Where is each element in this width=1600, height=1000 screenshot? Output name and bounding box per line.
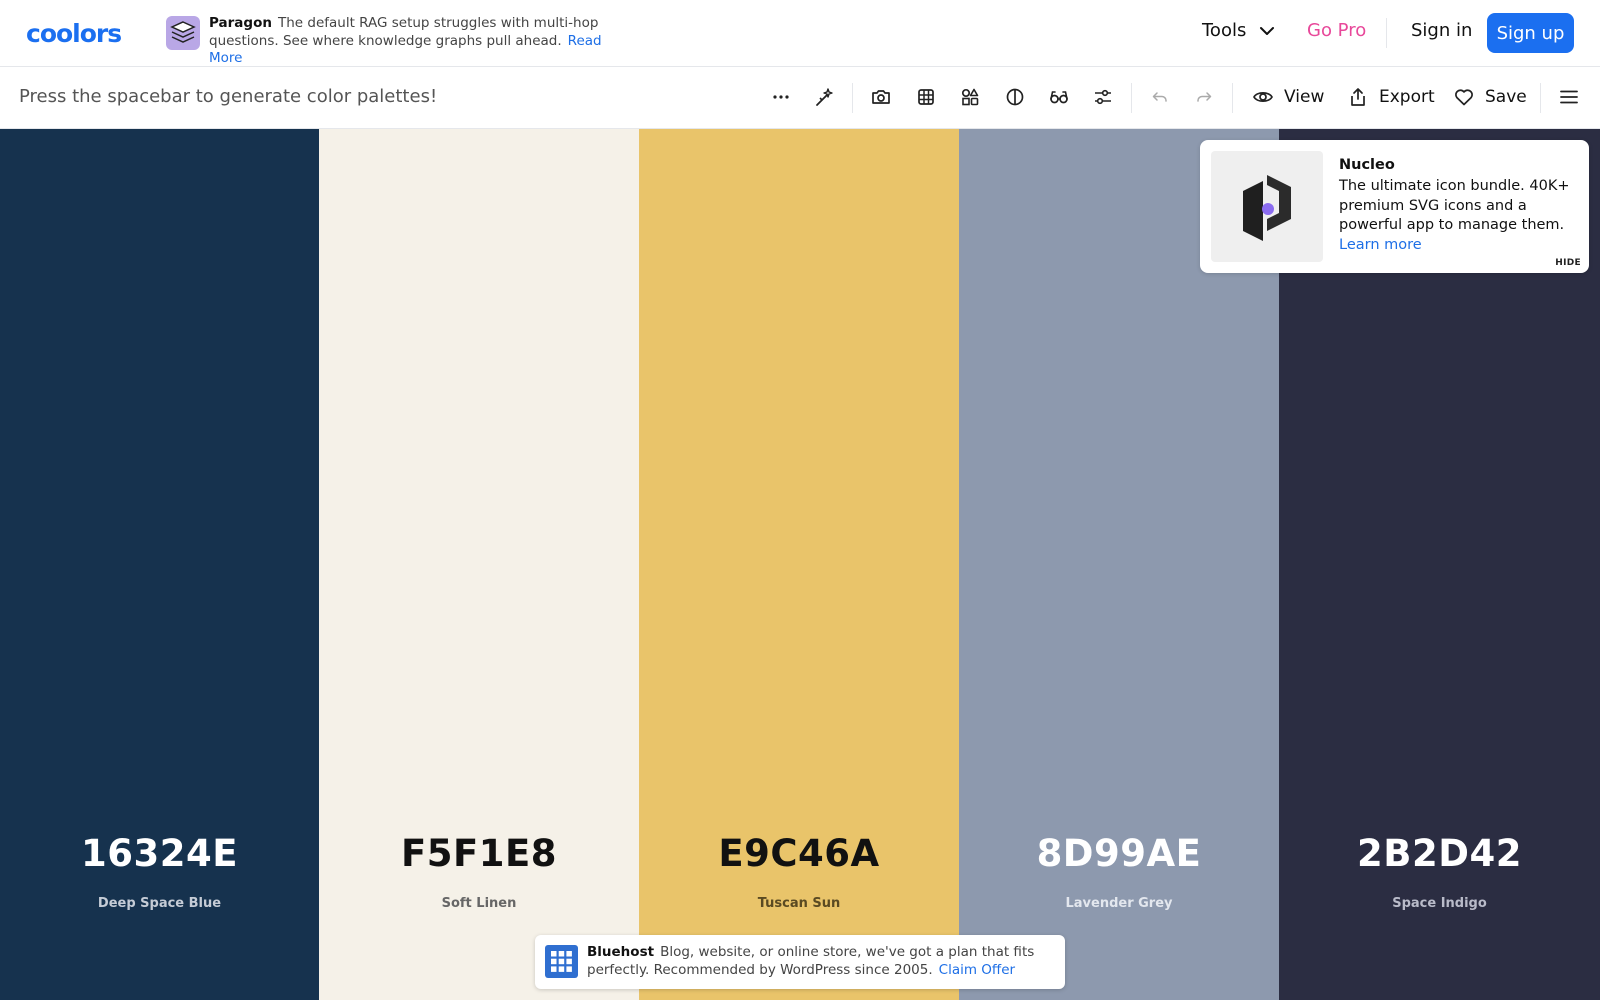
swatch-hex[interactable]: 2B2D42 (1279, 832, 1600, 875)
view-label: View (1284, 87, 1325, 107)
swatch-name: Tuscan Sun (757, 896, 841, 911)
paragon-ad[interactable]: Paragon The default RAG setup struggles w… (166, 15, 626, 66)
nucleo-logo-icon (1243, 174, 1291, 241)
top-navbar: coolors Paragon The default RAG setup str… (0, 0, 1600, 67)
hamburger-menu-icon[interactable] (1558, 86, 1580, 108)
swatch-hex[interactable]: E9C46A (639, 832, 959, 875)
magic-icon[interactable] (814, 86, 836, 108)
tools-label: Tools (1202, 20, 1247, 41)
toolbar-divider (1131, 83, 1132, 113)
palette-toolbar: Press the spacebar to generate color pal… (0, 67, 1600, 129)
bluehost-ad-brand: Bluehost (587, 944, 655, 960)
swatch-name: Soft Linen (441, 896, 517, 911)
spacebar-hint: Press the spacebar to generate color pal… (19, 86, 438, 107)
claim-offer-link[interactable]: Claim Offer (939, 962, 1015, 978)
bluehost-ad[interactable]: Bluehost Blog, website, or online store, … (535, 935, 1065, 989)
swatch-name: Lavender Grey (1065, 896, 1173, 911)
contrast-icon[interactable] (1004, 86, 1026, 108)
swatch-hex[interactable]: F5F1E8 (319, 832, 639, 875)
nucleo-ad-image (1211, 151, 1323, 262)
color-swatch[interactable]: E9C46A Tuscan Sun (639, 129, 959, 1000)
share-icon (1351, 88, 1365, 106)
nucleo-ad[interactable]: Nucleo The ultimate icon bundle. 40K+ pr… (1200, 140, 1589, 273)
shapes-icon[interactable] (959, 86, 981, 108)
toolbar-divider (1232, 83, 1233, 113)
save-label: Save (1485, 87, 1527, 107)
sign-up-button[interactable]: Sign up (1487, 13, 1574, 53)
view-button[interactable]: View (1252, 84, 1324, 110)
redo-icon[interactable] (1193, 86, 1215, 108)
nucleo-ad-text: The ultimate icon bundle. 40K+ premium S… (1339, 178, 1570, 233)
swatch-hex[interactable]: 8D99AE (959, 832, 1279, 875)
sliders-icon[interactable] (1092, 86, 1114, 108)
paragon-ad-text: Paragon The default RAG setup struggles w… (209, 15, 629, 68)
hide-ad-button[interactable]: HIDE (1555, 258, 1581, 268)
more-icon[interactable] (770, 86, 792, 108)
color-swatch[interactable]: 16324E Deep Space Blue (0, 129, 319, 1000)
swatch-name: Space Indigo (1392, 896, 1487, 911)
paragon-ad-brand: Paragon (209, 15, 272, 31)
nav-divider (1386, 18, 1387, 48)
grid-icon[interactable] (915, 86, 937, 108)
go-pro-link[interactable]: Go Pro (1307, 20, 1366, 41)
bluehost-logo-icon (545, 945, 578, 978)
toolbar-divider (1540, 83, 1541, 113)
coolors-logo[interactable]: coolors (26, 19, 138, 47)
toolbar-divider (852, 83, 853, 113)
bluehost-ad-text: Bluehost Blog, website, or online store, … (587, 944, 1057, 979)
export-button[interactable]: Export (1347, 84, 1435, 110)
nucleo-ad-body: The ultimate icon bundle. 40K+ premium S… (1339, 177, 1577, 255)
swatch-name: Deep Space Blue (97, 896, 222, 911)
heart-icon (1455, 89, 1473, 106)
chevron-down-icon (1260, 26, 1275, 35)
color-swatch[interactable]: F5F1E8 Soft Linen (319, 129, 639, 1000)
eye-icon (1253, 92, 1273, 102)
paragon-logo-icon (166, 16, 200, 50)
nucleo-learn-more-link[interactable]: Learn more (1339, 236, 1577, 256)
nucleo-ad-title: Nucleo (1339, 157, 1395, 173)
tools-menu[interactable]: Tools (1202, 20, 1276, 41)
export-label: Export (1379, 87, 1435, 107)
swatch-hex[interactable]: 16324E (0, 832, 319, 875)
undo-icon[interactable] (1149, 86, 1171, 108)
sign-in-link[interactable]: Sign in (1411, 20, 1472, 41)
svg-text:coolors: coolors (26, 19, 121, 47)
save-button[interactable]: Save (1453, 84, 1527, 110)
camera-icon[interactable] (870, 86, 892, 108)
glasses-icon[interactable] (1048, 86, 1070, 108)
